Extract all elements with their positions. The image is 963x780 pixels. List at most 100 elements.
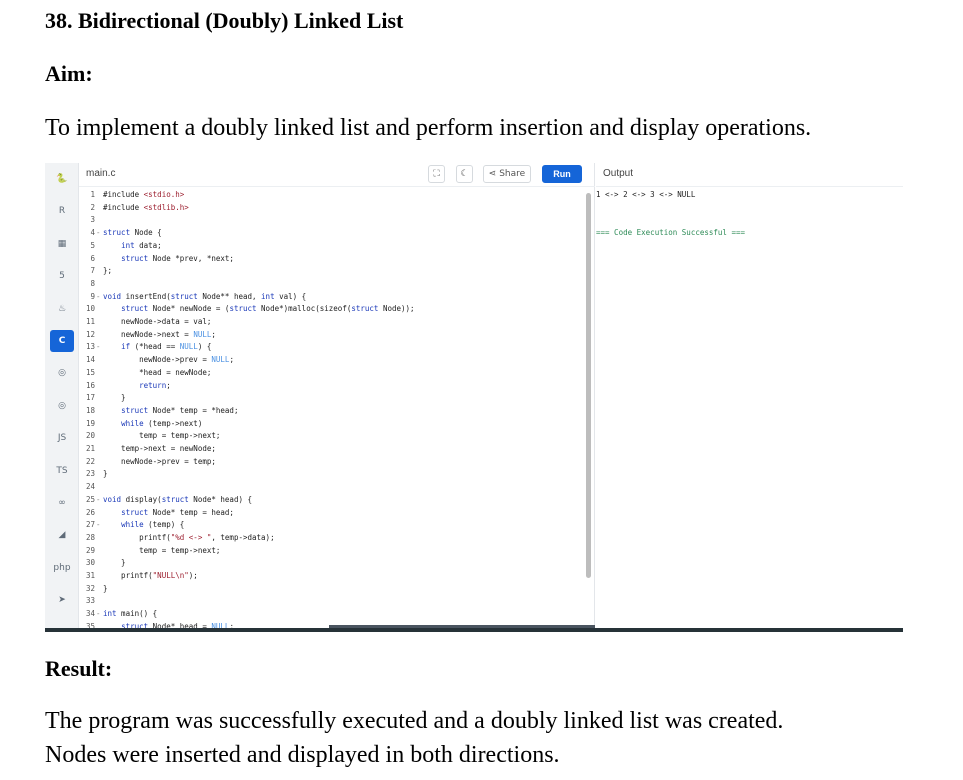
line-number: 25 bbox=[85, 494, 95, 504]
line-number: 27 bbox=[85, 520, 95, 530]
output-title: Output bbox=[603, 168, 634, 179]
code-line: 10 struct Node* newNode = (struct Node*)… bbox=[79, 303, 579, 316]
document-title: 38. Bidirectional (Doubly) Linked List bbox=[45, 8, 404, 33]
code-text: void display(struct Node* head) { bbox=[103, 494, 253, 504]
line-number: 19 bbox=[85, 418, 95, 428]
fullscreen-button[interactable]: ⛶ bbox=[428, 165, 445, 183]
code-line: 23} bbox=[79, 468, 579, 481]
share-button[interactable]: ⋖ Share bbox=[483, 165, 531, 183]
line-number: 3 bbox=[90, 215, 95, 225]
line-number: 18 bbox=[85, 405, 95, 415]
line-number: 20 bbox=[85, 431, 95, 441]
code-line: 6 struct Node *prev, *next; bbox=[79, 253, 579, 266]
code-text: struct Node *prev, *next; bbox=[121, 253, 234, 263]
vertical-scrollbar[interactable] bbox=[586, 193, 591, 578]
code-text: struct Node* newNode = (struct Node*)mal… bbox=[121, 304, 415, 314]
line-number: 21 bbox=[85, 444, 95, 453]
output-panel: Output 1 <-> 2 <-> 3 <-> NULL === Code E… bbox=[596, 163, 903, 628]
go-icon[interactable]: ∞ bbox=[50, 492, 74, 514]
line-number: 1 bbox=[90, 190, 95, 199]
code-line: 1 #include <stdio.h> bbox=[79, 189, 579, 202]
line-number: 32 bbox=[85, 583, 95, 593]
result-heading: Result: bbox=[45, 656, 113, 681]
line-number: 26 bbox=[85, 507, 95, 517]
code-text: }; bbox=[103, 266, 113, 276]
code-line: 5 int data; bbox=[79, 240, 579, 253]
code-editor-panel: main.c ⛶ ☾ ⋖ Share Run 1 #include <stdio.… bbox=[79, 163, 595, 628]
file-tab[interactable]: main.c bbox=[86, 168, 115, 179]
code-text: int main() { bbox=[103, 609, 158, 619]
fold-marker[interactable]: - bbox=[96, 608, 101, 621]
line-number: 34 bbox=[85, 609, 95, 619]
php-icon[interactable]: php bbox=[50, 557, 74, 579]
result-text: The program was successfully executed an… bbox=[45, 704, 783, 772]
line-number: 16 bbox=[85, 380, 95, 390]
code-text: while (temp) { bbox=[121, 520, 185, 530]
moon-icon: ☾ bbox=[460, 169, 469, 179]
code-line: 33 bbox=[79, 595, 579, 608]
run-button[interactable]: Run bbox=[542, 165, 582, 183]
code-text: temp = temp->next; bbox=[103, 545, 221, 555]
c-icon[interactable]: C bbox=[50, 330, 74, 352]
code-text: struct Node* temp = *head; bbox=[121, 405, 239, 415]
code-text: #include <stdlib.h> bbox=[103, 202, 189, 212]
fold-marker[interactable]: - bbox=[96, 291, 101, 304]
cpp-icon[interactable]: ◎ bbox=[50, 362, 74, 384]
share-label: Share bbox=[499, 169, 526, 179]
result-line: Nodes were inserted and displayed in bot… bbox=[45, 742, 560, 768]
js-icon[interactable]: JS bbox=[50, 427, 74, 449]
code-line: 31 printf("NULL\n"); bbox=[79, 570, 579, 583]
code-line: 16 return; bbox=[79, 380, 579, 393]
line-number: 28 bbox=[85, 532, 95, 542]
line-number: 17 bbox=[85, 393, 95, 403]
line-number: 23 bbox=[85, 469, 95, 479]
fullscreen-icon: ⛶ bbox=[433, 169, 440, 179]
csharp-icon[interactable]: ◎ bbox=[50, 395, 74, 417]
code-line: 25- void display(struct Node* head) { bbox=[79, 494, 579, 507]
code-line: 14 newNode->prev = NULL; bbox=[79, 354, 579, 367]
python-icon[interactable]: 🐍 bbox=[50, 168, 74, 190]
line-number: 15 bbox=[85, 367, 95, 377]
theme-toggle-button[interactable]: ☾ bbox=[456, 165, 473, 183]
code-text: temp = temp->next; bbox=[103, 431, 221, 441]
editor-header: main.c ⛶ ☾ ⋖ Share Run bbox=[79, 163, 595, 187]
fold-marker[interactable]: - bbox=[96, 519, 101, 532]
code-text: int data; bbox=[121, 240, 162, 250]
line-number: 12 bbox=[85, 329, 95, 339]
code-line: 7}; bbox=[79, 265, 579, 278]
code-line: 11 newNode->data = val; bbox=[79, 316, 579, 329]
code-line: 28 printf("%d <-> ", temp->data); bbox=[79, 532, 579, 545]
code-text: struct Node* temp = head; bbox=[121, 507, 234, 517]
code-line: 2 #include <stdlib.h> bbox=[79, 202, 579, 215]
code-text: printf("NULL\n"); bbox=[103, 571, 198, 580]
line-number: 29 bbox=[85, 545, 95, 555]
line-number: 13 bbox=[85, 342, 95, 352]
code-text: while (temp->next) bbox=[121, 418, 203, 428]
fold-marker[interactable]: - bbox=[96, 227, 101, 240]
ts-icon[interactable]: TS bbox=[50, 460, 74, 482]
sql-icon[interactable]: ▦ bbox=[50, 233, 74, 255]
code-line: 13- if (*head == NULL) { bbox=[79, 341, 579, 354]
result-line: The program was successfully executed an… bbox=[45, 708, 784, 734]
code-line: 30 } bbox=[79, 557, 579, 570]
fold-marker[interactable]: - bbox=[96, 341, 101, 354]
code-area[interactable]: 1 #include <stdio.h> 2 #include <stdlib.h> 3… bbox=[79, 189, 595, 628]
line-number: 14 bbox=[85, 355, 95, 365]
code-text: temp->next = newNode; bbox=[103, 444, 216, 453]
line-number: 6 bbox=[90, 253, 95, 263]
r-icon[interactable]: R bbox=[50, 200, 74, 222]
code-line: 3 bbox=[79, 214, 579, 227]
code-text: } bbox=[103, 469, 108, 479]
line-number: 7 bbox=[90, 266, 95, 276]
swift-icon[interactable]: ➤ bbox=[50, 589, 74, 611]
share-icon: ⋖ bbox=[488, 169, 500, 179]
fold-marker[interactable]: - bbox=[96, 494, 101, 507]
code-text: } bbox=[103, 558, 126, 568]
output-header: Output bbox=[596, 163, 903, 187]
code-text: if (*head == NULL) { bbox=[121, 342, 212, 352]
java-icon[interactable]: ♨ bbox=[50, 298, 74, 320]
kotlin-icon[interactable]: ◢ bbox=[50, 524, 74, 546]
horizontal-scrollbar[interactable] bbox=[329, 625, 595, 628]
code-text: newNode->data = val; bbox=[103, 317, 212, 326]
html-icon[interactable]: 5 bbox=[50, 265, 74, 287]
